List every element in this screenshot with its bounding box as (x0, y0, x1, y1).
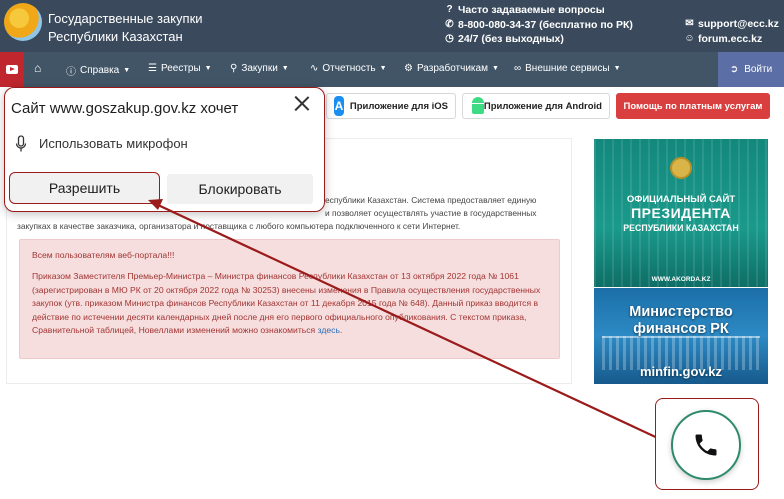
forum-link[interactable]: ☺ forum.ecc.kz (684, 32, 779, 47)
link-icon: ∞ (514, 63, 522, 74)
akorda-line3: РЕСПУБЛИКИ КАЗАХСТАН (623, 223, 739, 233)
site-header: Государственные закупки Республики Казах… (0, 0, 784, 52)
hours-info: ◷ 24/7 (без выходных) (444, 32, 633, 47)
site-logo[interactable] (4, 3, 42, 41)
phone-number: 8-800-080-34-37 (бесплатно по РК) (458, 18, 633, 31)
ios-app-button[interactable]: A Приложение для iOS (326, 93, 456, 119)
android-app-label: Приложение для Android (483, 100, 602, 112)
forum-text: forum.ecc.kz (698, 32, 763, 45)
question-circle-icon: ? (446, 4, 453, 15)
chart-line-icon: ∿ (310, 63, 319, 74)
alert-end: . (339, 325, 343, 336)
paid-services-help-button[interactable]: Помощь по платным услугам (616, 93, 770, 119)
email-link[interactable]: ✉ support@ecc.kz (684, 17, 779, 32)
intro-line3: закупках в качестве заказчика, организат… (17, 221, 461, 231)
nav-item-label: Закупки (241, 63, 278, 74)
akorda-line2: ПРЕЗИДЕНТА (631, 205, 731, 221)
akorda-line1: ОФИЦИАЛЬНЫЙ САЙТ (626, 194, 736, 205)
alert-heading: Всем пользователям веб-портала!!! (32, 250, 175, 260)
nav-item-purchases[interactable]: ⚲ Закупки ▼ (230, 63, 289, 74)
sign-in-icon: ➲ (729, 64, 739, 75)
nav-item-label: Справка (80, 65, 120, 76)
support-info: ? Часто задаваемые вопросы ✆ 8-800-080-34-… (444, 3, 633, 47)
nav-item-developers[interactable]: ⚙ Разработчикам ▼ (404, 63, 499, 74)
email-text: support@ecc.kz (698, 18, 779, 30)
call-annotation-box (655, 398, 759, 490)
main-nav: ⌂ ⓘ Справка ▼ ☰ Реестры ▼ ⚲ Закупки ▼ ∿ Отчетно… (0, 52, 784, 87)
nav-item-label: Реестры (160, 63, 201, 74)
search-icon: ⚲ (230, 63, 238, 74)
page: Государственные закупки Республики Казах… (0, 0, 784, 499)
nav-item-reports[interactable]: ∿ Отчетность ▼ (310, 63, 387, 74)
nav-item-label: Внешние сервисы (525, 63, 610, 74)
alert-body-text: Приказом Заместителя Премьер-Министра – … (32, 271, 541, 336)
close-icon[interactable] (292, 94, 312, 114)
wrench-icon: ⚙ (404, 63, 413, 74)
minfin-url: minfin.gov.kz (639, 364, 723, 379)
permission-text: Использовать микрофон (39, 136, 188, 151)
nav-item-registries[interactable]: ☰ Реестры ▼ (148, 63, 212, 74)
question-circle-icon: ⓘ (66, 67, 76, 78)
akorda-url: WWW.AKORDA.KZ (651, 276, 711, 283)
login-label: Войти (744, 64, 773, 75)
phone-icon: ✆ (445, 18, 454, 30)
contacts: ✉ support@ecc.kz ☺ forum.ecc.kz (684, 17, 779, 47)
envelope-icon: ✉ (685, 18, 694, 29)
caret-down-icon: ▼ (281, 65, 289, 72)
call-button[interactable] (671, 410, 741, 480)
emblem-icon (670, 157, 692, 179)
site-title-line1: Государственные закупки (48, 11, 203, 26)
faq-link[interactable]: ? Часто задаваемые вопросы (444, 3, 633, 18)
microphone-icon (15, 135, 27, 152)
youtube-icon[interactable] (0, 52, 24, 87)
akorda-banner[interactable]: ОФИЦИАЛЬНЫЙ САЙТ ПРЕЗИДЕНТА РЕСПУБЛИКИ К… (594, 139, 768, 287)
ios-app-label: Приложение для iOS (349, 100, 448, 112)
allow-button[interactable]: Разрешить (9, 172, 160, 204)
minfin-banner[interactable]: Министерство финансов РК minfin.gov.kz (594, 288, 768, 384)
paid-services-help-label: Помощь по платным услугам (623, 100, 763, 112)
block-button[interactable]: Блокировать (167, 174, 313, 204)
android-app-button[interactable]: Приложение для Android (462, 93, 610, 119)
popup-title: Сайт www.goszakup.gov.kz хочет (11, 100, 239, 117)
caret-down-icon: ▼ (491, 65, 499, 72)
alert-link[interactable]: здесь (318, 325, 340, 335)
nav-item-external[interactable]: ∞ Внешние сервисы ▼ (514, 63, 621, 74)
phone-icon (695, 434, 717, 456)
app-store-icon: A (334, 96, 344, 116)
faq-label: Часто задаваемые вопросы (458, 4, 605, 16)
site-title-line2: Республики Казахстан (48, 29, 183, 44)
caret-down-icon: ▼ (613, 65, 621, 72)
caret-down-icon: ▼ (379, 65, 387, 72)
site-title[interactable]: Государственные закупки Республики Казах… (48, 10, 203, 46)
caret-down-icon: ▼ (204, 65, 212, 72)
clock-icon: ◷ (445, 33, 454, 44)
announcement-alert: Всем пользователям веб-портала!!! Приказ… (19, 239, 560, 359)
nav-item-label: Разработчикам (416, 63, 488, 74)
support-hours: 24/7 (без выходных) (458, 33, 564, 45)
minfin-title: Министерство финансов РК (629, 304, 733, 337)
android-icon (470, 97, 484, 115)
caret-down-icon: ▼ (123, 67, 131, 74)
login-button[interactable]: ➲ Войти (718, 52, 784, 87)
nav-item-label: Отчетность (322, 63, 376, 74)
layers-icon: ☰ (148, 63, 157, 74)
alert-body: Приказом Заместителя Премьер-Министра – … (32, 270, 547, 337)
nav-item-help[interactable]: ⓘ Справка ▼ (66, 63, 130, 78)
phone-info: ✆ 8-800-080-34-37 (бесплатно по РК) (444, 18, 633, 33)
home-icon[interactable]: ⌂ (34, 61, 41, 75)
permission-popup: Сайт www.goszakup.gov.kz хочет Использов… (4, 87, 325, 212)
user-icon: ☺ (684, 32, 695, 44)
